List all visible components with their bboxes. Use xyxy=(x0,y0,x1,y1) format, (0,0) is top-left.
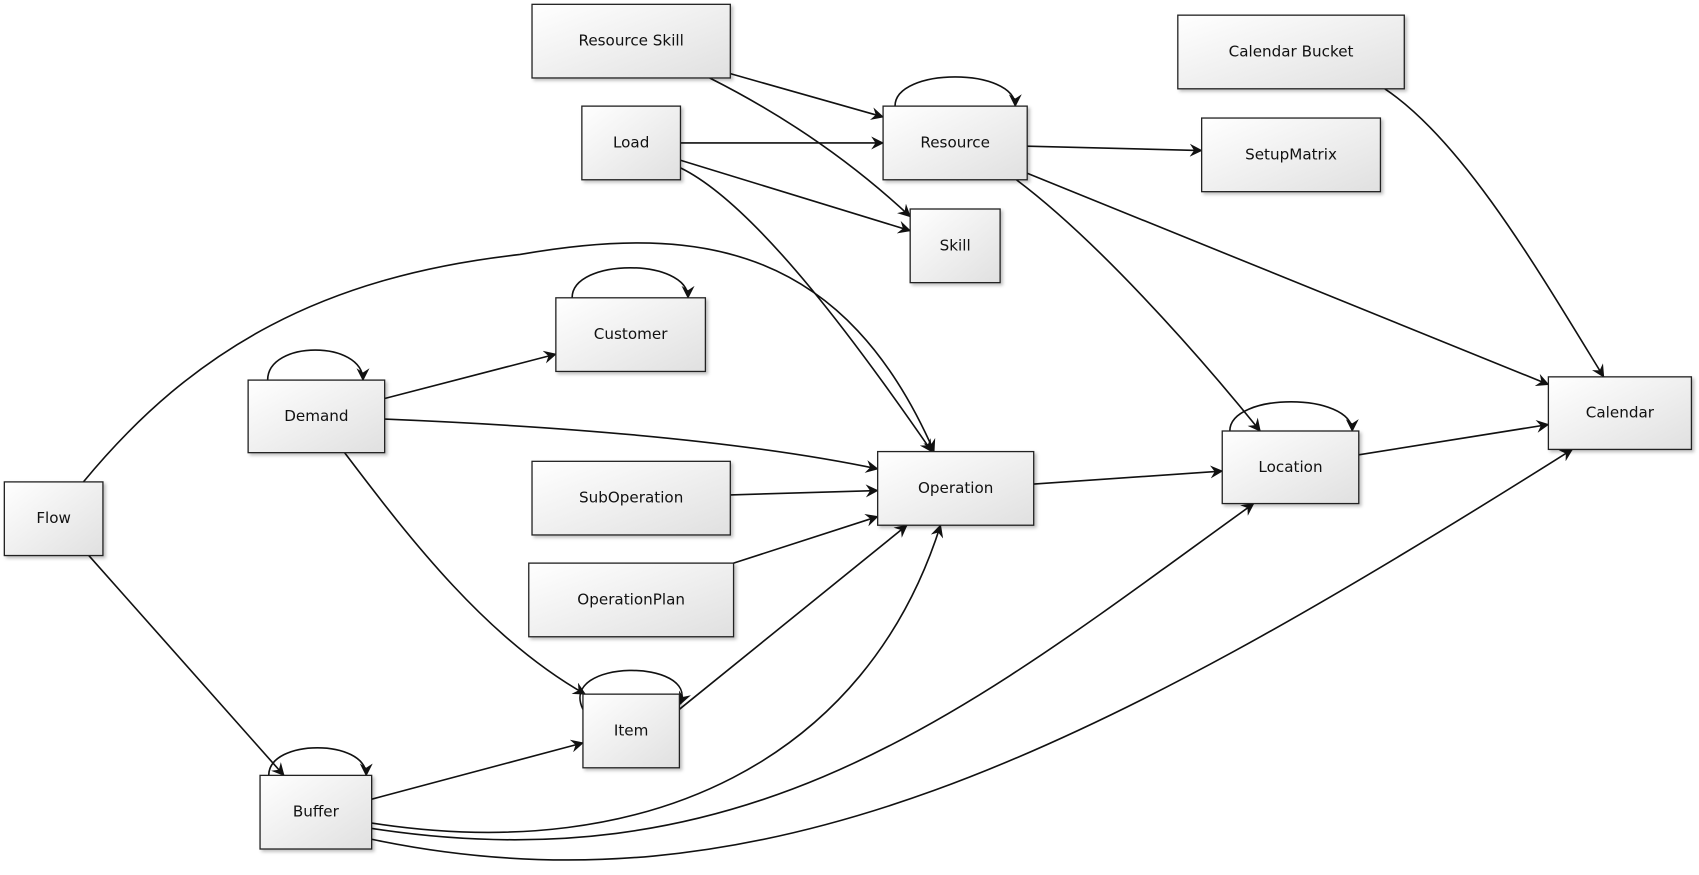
edge-resource-skill-to-skill xyxy=(709,77,911,218)
node-location[interactable]: Location xyxy=(1221,430,1360,505)
node-customer[interactable]: Customer xyxy=(555,297,707,373)
edge-customer-self-loop xyxy=(571,267,695,299)
edge-load-to-operation xyxy=(680,167,933,453)
node-label: Item xyxy=(614,721,649,739)
node-label: Location xyxy=(1258,458,1322,476)
node-label: Flow xyxy=(36,509,71,527)
edge-load-to-skill xyxy=(680,159,912,234)
edge-calendar-bucket-to-calendar xyxy=(1384,88,1605,378)
node-resource[interactable]: Resource xyxy=(882,105,1028,181)
node-calendar-bucket[interactable]: Calendar Bucket xyxy=(1177,14,1405,90)
node-flow[interactable]: Flow xyxy=(3,481,104,557)
node-load[interactable]: Load xyxy=(581,105,682,181)
edge-operationplan-to-operation xyxy=(733,514,879,564)
edge-resource-to-calendar xyxy=(1026,172,1550,386)
node-demand[interactable]: Demand xyxy=(247,379,386,454)
node-item[interactable]: Item xyxy=(582,693,681,769)
node-label: Customer xyxy=(594,325,668,343)
edge-demand-self-loop xyxy=(266,349,370,382)
entity-diagram: Resource Skill Calendar Bucket Load Reso… xyxy=(3,3,1693,861)
node-resource-skill[interactable]: Resource Skill xyxy=(531,3,731,79)
edge-resource-self-loop xyxy=(894,76,1022,108)
node-label: Skill xyxy=(940,236,971,254)
node-label: Demand xyxy=(284,407,348,425)
node-label: OperationPlan xyxy=(577,590,685,608)
edge-buffer-to-item xyxy=(371,739,584,800)
node-label: Buffer xyxy=(293,803,340,821)
node-operationplan[interactable]: OperationPlan xyxy=(528,562,735,638)
edge-buffer-to-location xyxy=(371,502,1255,841)
edge-demand-to-customer xyxy=(384,350,557,400)
node-label: Resource Skill xyxy=(578,32,683,50)
edge-resource-to-setupmatrix xyxy=(1027,143,1203,157)
node-calendar[interactable]: Calendar xyxy=(1547,376,1693,451)
edge-flow-to-buffer xyxy=(88,554,285,777)
node-buffer[interactable]: Buffer xyxy=(259,774,373,850)
edge-suboperation-to-operation xyxy=(730,484,879,498)
edge-resource-skill-to-resource xyxy=(730,72,885,120)
node-label: Load xyxy=(613,133,649,151)
node-label: Operation xyxy=(918,479,993,497)
node-label: SetupMatrix xyxy=(1245,145,1337,163)
edge-location-to-calendar xyxy=(1358,419,1550,456)
node-operation[interactable]: Operation xyxy=(877,450,1035,526)
edge-buffer-self-loop xyxy=(267,746,373,777)
node-setupmatrix[interactable]: SetupMatrix xyxy=(1201,117,1382,193)
edge-operation-to-location xyxy=(1033,465,1224,485)
node-skill[interactable]: Skill xyxy=(909,208,1001,284)
node-label: SubOperation xyxy=(579,489,683,507)
node-label: Resource xyxy=(920,133,990,151)
node-suboperation[interactable]: SubOperation xyxy=(531,460,731,536)
node-label: Calendar Bucket xyxy=(1229,42,1354,60)
node-label: Calendar xyxy=(1586,404,1655,422)
edge-flow-to-operation xyxy=(82,242,936,483)
